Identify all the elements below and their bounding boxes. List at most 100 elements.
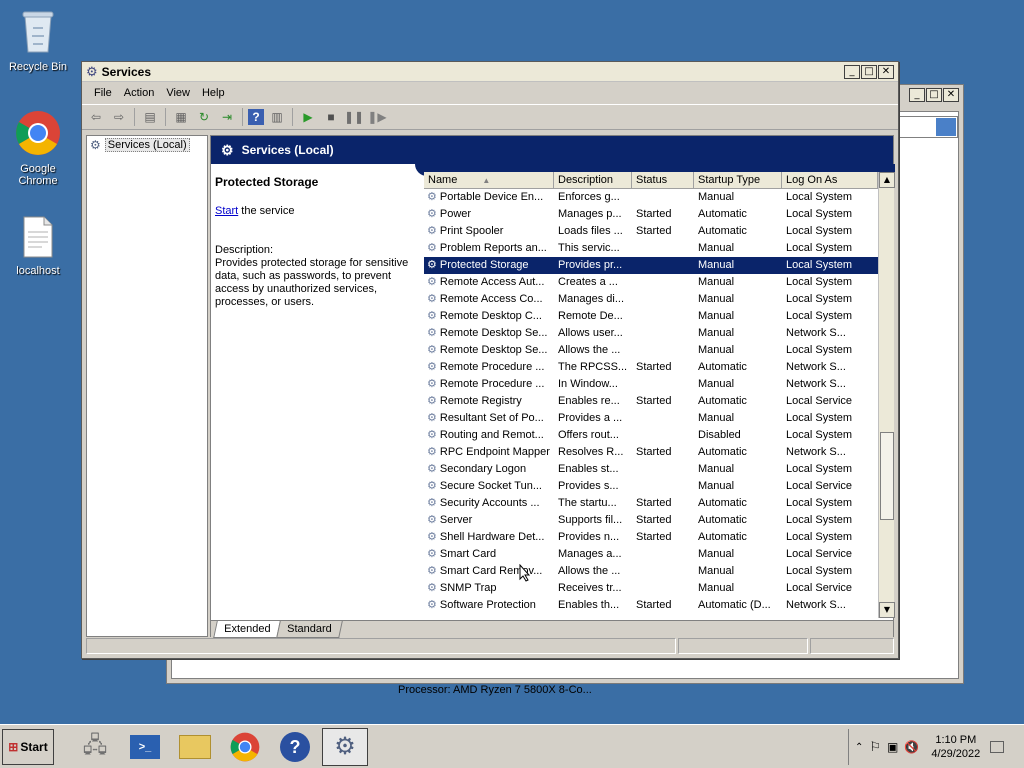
restart-service-icon[interactable]: ❚▶ xyxy=(367,107,387,127)
service-gear-icon: ⚙ xyxy=(427,463,437,475)
table-row[interactable]: ⚙ Secure Socket Tun... Provides s... Manual… xyxy=(424,478,878,495)
column-headers: Name ▲ Description Status Startup Type L… xyxy=(424,172,894,189)
tab-standard[interactable]: Standard xyxy=(276,621,343,638)
search-icon[interactable] xyxy=(936,118,956,136)
table-row[interactable]: ⚙ RPC Endpoint Mapper Resolves R... Started… xyxy=(424,444,878,461)
table-row[interactable]: ⚙ Smart Card Remov... Allows the ... Manual… xyxy=(424,563,878,580)
menu-file[interactable]: File xyxy=(88,87,118,99)
refresh-icon[interactable]: ↻ xyxy=(194,107,214,127)
table-row[interactable]: ⚙ Software Protection Enables th... Started… xyxy=(424,597,878,614)
start-button[interactable]: ⊞ Start xyxy=(2,728,54,765)
desktop-icon-google-chrome[interactable]: Google Chrome xyxy=(0,110,76,187)
service-startup-type-cell: Automatic xyxy=(698,497,747,509)
table-row[interactable]: ⚙ Shell Hardware Det... Provides n... Start… xyxy=(424,529,878,546)
show-desktop-icon[interactable] xyxy=(990,741,1005,753)
start-service-link[interactable]: Start xyxy=(215,205,238,217)
maximize-button[interactable]: □ xyxy=(926,88,942,102)
table-row[interactable]: ⚙ Remote Procedure ... In Window... Manual N… xyxy=(424,376,878,393)
service-name: Smart Card xyxy=(439,548,497,560)
minimize-button[interactable]: _ xyxy=(844,64,860,79)
scroll-up-arrow-icon[interactable]: ▲ xyxy=(879,172,895,188)
column-header-name[interactable]: Name ▲ xyxy=(424,172,554,188)
menu-action[interactable]: Action xyxy=(118,87,161,99)
column-header-log-on-as[interactable]: Log On As xyxy=(782,172,878,188)
service-name-cell: ⚙ Power xyxy=(424,206,554,223)
menu-help[interactable]: Help xyxy=(196,87,231,99)
service-gear-icon: ⚙ xyxy=(427,276,437,288)
services-gear-icon: ⚙ xyxy=(86,63,98,79)
minimize-button[interactable]: _ xyxy=(909,88,925,102)
forward-arrow-icon[interactable]: ⇨ xyxy=(109,107,129,127)
close-button[interactable]: ✕ xyxy=(943,88,959,102)
network-icon[interactable]: ▣ xyxy=(887,740,898,754)
export-list-icon[interactable]: ⇥ xyxy=(217,107,237,127)
toolbar-separator xyxy=(242,108,243,126)
taskbar-powershell[interactable]: >_ xyxy=(122,728,168,766)
taskbar-server-manager[interactable]: 🖧 xyxy=(72,728,118,766)
service-name-cell: ⚙ Remote Desktop C... xyxy=(424,308,554,325)
pause-service-icon[interactable]: ❚❚ xyxy=(344,107,364,127)
volume-muted-icon[interactable]: 🔇 xyxy=(904,740,919,754)
clock[interactable]: 1:10 PM 4/29/2022 xyxy=(931,733,980,761)
column-header-description[interactable]: Description xyxy=(554,172,632,188)
desktop-icon-localhost[interactable]: localhost xyxy=(0,216,76,277)
start-service-icon[interactable]: ▶ xyxy=(298,107,318,127)
properties-icon[interactable]: ▦ xyxy=(171,107,191,127)
service-name-cell: ⚙ Portable Device En... xyxy=(424,189,554,206)
show-hide-action-pane-icon[interactable]: ▥ xyxy=(267,107,287,127)
table-row[interactable]: ⚙ Server Supports fil... Started Automatic Lo… xyxy=(424,512,878,529)
service-gear-icon: ⚙ xyxy=(427,565,437,577)
table-row[interactable]: ⚙ SNMP Trap Receives tr... Manual Local Serv… xyxy=(424,580,878,597)
service-startup-type-cell: Automatic xyxy=(698,225,747,237)
action-center-flag-icon[interactable]: ⚐ xyxy=(869,739,881,755)
services-window[interactable]: ⚙ Services _ □ ✕ File Action View Help ⇦… xyxy=(81,61,899,659)
table-row[interactable]: ⚙ Remote Desktop Se... Allows user... Manua… xyxy=(424,325,878,342)
table-row[interactable]: ⚙ Protected Storage Provides pr... Manual Lo… xyxy=(424,257,878,274)
table-row[interactable]: ⚙ Remote Registry Enables re... Started Auto… xyxy=(424,393,878,410)
table-row[interactable]: ⚙ Resultant Set of Po... Provides a ... Man… xyxy=(424,410,878,427)
recycle-bin-icon xyxy=(0,8,76,57)
table-row[interactable]: ⚙ Remote Access Co... Manages di... Manual L… xyxy=(424,291,878,308)
taskbar-explorer[interactable] xyxy=(172,728,218,766)
table-row[interactable]: ⚙ Remote Procedure ... The RPCSS... Started… xyxy=(424,359,878,376)
table-row[interactable]: ⚙ Portable Device En... Enforces g... Manua… xyxy=(424,189,878,206)
table-row[interactable]: ⚙ Routing and Remot... Offers rout... Disab… xyxy=(424,427,878,444)
show-hidden-icons-chevron-icon[interactable]: ⌃ xyxy=(855,742,863,753)
desktop-icon-recycle-bin[interactable]: Recycle Bin xyxy=(0,8,76,73)
taskbar-services[interactable]: ⚙ xyxy=(322,727,368,766)
vertical-scrollbar[interactable]: ▲ ▼ xyxy=(878,172,895,618)
console-tree-icon[interactable]: ▤ xyxy=(140,107,160,127)
column-header-startup-type[interactable]: Startup Type xyxy=(694,172,782,188)
back-arrow-icon[interactable]: ⇦ xyxy=(86,107,106,127)
help-icon[interactable]: ? xyxy=(248,109,264,125)
table-row[interactable]: ⚙ Security Accounts ... The startu... Start… xyxy=(424,495,878,512)
table-row[interactable]: ⚙ Print Spooler Loads files ... Started Auto… xyxy=(424,223,878,240)
services-gear-icon: ⚙ xyxy=(90,138,101,152)
table-row[interactable]: ⚙ Problem Reports an... This servic... Manu… xyxy=(424,240,878,257)
service-status-cell: Started xyxy=(636,599,672,611)
service-description-cell: Provides s... xyxy=(558,480,619,492)
table-row[interactable]: ⚙ Remote Access Aut... Creates a ... Manual… xyxy=(424,274,878,291)
column-header-status[interactable]: Status xyxy=(632,172,694,188)
table-row[interactable]: ⚙ Remote Desktop C... Remote De... Manual Lo… xyxy=(424,308,878,325)
table-row[interactable]: ⚙ Remote Desktop Se... Allows the ... Manua… xyxy=(424,342,878,359)
stop-service-icon[interactable]: ■ xyxy=(321,107,341,127)
tab-extended[interactable]: Extended xyxy=(213,621,282,638)
services-list[interactable]: Name ▲ Description Status Startup Type L… xyxy=(424,172,895,618)
maximize-button[interactable]: □ xyxy=(861,64,877,79)
close-button[interactable]: ✕ xyxy=(878,64,894,79)
scroll-down-arrow-icon[interactable]: ▼ xyxy=(879,602,895,618)
menu-view[interactable]: View xyxy=(160,87,196,99)
table-row[interactable]: ⚙ Smart Card Manages a... Manual Local Servi… xyxy=(424,546,878,563)
help-icon: ? xyxy=(280,731,310,762)
title-bar[interactable]: ⚙ Services _ □ ✕ xyxy=(82,62,898,82)
tree-item-services-local[interactable]: ⚙ Services (Local) xyxy=(87,136,207,154)
taskbar-chrome[interactable] xyxy=(222,728,268,766)
scroll-thumb[interactable] xyxy=(880,432,894,520)
service-log-on-as-cell: Local System xyxy=(786,429,853,441)
table-row[interactable]: ⚙ Power Manages p... Started Automatic Local … xyxy=(424,206,878,223)
service-gear-icon: ⚙ xyxy=(427,225,437,237)
table-row[interactable]: ⚙ Secondary Logon Enables st... Manual Local… xyxy=(424,461,878,478)
taskbar-help[interactable]: ? xyxy=(272,728,318,766)
service-name-cell: ⚙ Print Spooler xyxy=(424,223,554,240)
